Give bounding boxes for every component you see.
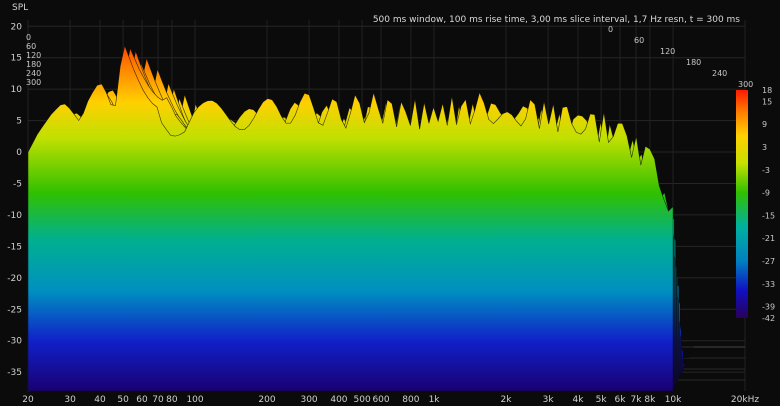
color-scale-tick: -9	[762, 189, 770, 198]
x-tick-label: 300	[300, 395, 317, 405]
x-tick-label: 3k	[543, 395, 555, 405]
color-scale-bar	[736, 90, 748, 318]
color-scale: 18 15 9 3 -3 -9 -15 -21 -27 -33 -39 -42	[736, 86, 775, 323]
x-tick-label: 5k	[596, 395, 608, 405]
x-tick-label: 100	[186, 395, 203, 405]
time-tick-label-right: 240	[712, 69, 727, 78]
time-tick-label: 120	[26, 51, 41, 60]
x-tick-label: 80	[166, 395, 178, 405]
y-tick-label: -5	[13, 179, 22, 189]
x-axis: 20 30 40 50 60 70 80 100 200 300 400 500 600 800 1k 2k 3…	[22, 395, 759, 405]
x-tick-label: 7k	[631, 395, 643, 405]
color-scale-tick: -33	[762, 280, 775, 289]
color-scale-tick: -39	[762, 303, 775, 312]
color-scale-tick: 9	[762, 120, 767, 129]
x-tick-label: 400	[330, 395, 347, 405]
color-scale-tick: 15	[762, 97, 772, 106]
time-tick-label: 240	[26, 69, 41, 78]
time-tick-label-right: 300	[738, 80, 753, 89]
x-tick-label: 600	[372, 395, 389, 405]
y-tick-label: -20	[7, 274, 22, 284]
x-tick-label: 60	[136, 395, 148, 405]
y-tick-label: 15	[11, 54, 22, 64]
x-tick-label: 20kHz	[731, 395, 759, 405]
x-tick-label: 200	[258, 395, 275, 405]
time-tick-label: 0	[26, 33, 31, 42]
x-tick-label: 500	[354, 395, 371, 405]
x-tick-label: 50	[117, 395, 129, 405]
chart-title: 500 ms window, 100 ms rise time, 3,00 ms…	[373, 15, 740, 25]
waterfall-slice	[27, 44, 674, 392]
y-tick-label: -30	[7, 337, 22, 347]
x-tick-label: 2k	[501, 395, 513, 405]
y-tick-label: 20	[11, 22, 23, 32]
y-tick-label: 0	[16, 148, 22, 158]
waterfall-slices	[27, 44, 694, 392]
x-tick-label: 30	[64, 395, 76, 405]
x-tick-label: 10k	[665, 395, 682, 405]
waterfall-chart: 20151050-5-10-15-20-25-30-35 20 30 40 50 60 7…	[7, 3, 775, 405]
x-tick-label: 6k	[615, 395, 627, 405]
time-tick-label: 60	[26, 42, 36, 51]
x-tick-label: 800	[402, 395, 419, 405]
x-tick-label: 40	[94, 395, 106, 405]
color-scale-tick: -27	[762, 257, 775, 266]
y-tick-label: -15	[7, 242, 22, 252]
x-tick-label: 1k	[429, 395, 441, 405]
y-tick-label: -10	[7, 211, 22, 221]
color-scale-tick: -3	[762, 166, 770, 175]
color-scale-tick: -42	[762, 314, 775, 323]
time-tick-label-right: 60	[634, 36, 644, 45]
x-tick-label: 20	[22, 395, 34, 405]
color-scale-tick: 3	[762, 143, 767, 152]
x-tick-label: 70	[152, 395, 164, 405]
time-tick-label-right: 180	[686, 58, 701, 67]
x-tick-label: 8k	[644, 395, 656, 405]
time-tick-label: 180	[26, 60, 41, 69]
time-tick-label-right: 0	[608, 25, 613, 34]
color-scale-tick: -21	[762, 234, 775, 243]
time-tick-label-right: 120	[660, 47, 675, 56]
y-axis: 20 15 10 5 0 -5 -10 -15 -20 -25 -30 -35	[7, 22, 22, 378]
color-scale-tick: 18	[762, 86, 772, 95]
color-scale-tick: -15	[762, 211, 775, 220]
y-tick-label: 10	[11, 85, 23, 95]
y-tick-label: 5	[16, 117, 22, 127]
y-axis-label: SPL	[12, 3, 28, 13]
y-tick-label: -25	[7, 305, 22, 315]
x-tick-label: 4k	[572, 395, 584, 405]
y-tick-label: -35	[7, 368, 22, 378]
time-tick-label: 300	[26, 78, 41, 87]
